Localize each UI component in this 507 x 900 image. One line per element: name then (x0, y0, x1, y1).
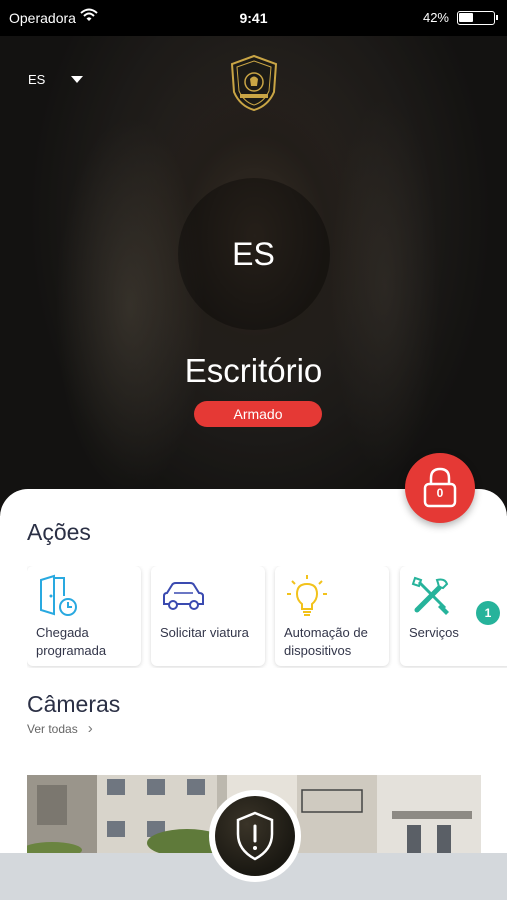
panic-button[interactable] (209, 790, 301, 882)
site-selector[interactable]: ES (28, 72, 84, 87)
action-card-scheduled-arrival[interactable]: Chegada programada (27, 566, 141, 666)
action-label: Solicitar viatura (160, 625, 249, 640)
view-all-cameras-link[interactable]: Ver todas › (27, 720, 93, 737)
view-all-label: Ver todas (27, 721, 78, 736)
car-icon (160, 574, 206, 619)
actions-title: Ações (27, 519, 91, 545)
battery-icon (457, 11, 498, 25)
door-clock-icon (36, 574, 80, 623)
services-badge: 1 (476, 601, 500, 625)
cameras-title: Câmeras (27, 691, 121, 717)
lock-button[interactable]: 0 (405, 453, 475, 523)
battery-level (459, 13, 473, 22)
action-label: Serviços (409, 625, 459, 640)
brand-logo (228, 54, 280, 112)
site-name: Escritório (184, 352, 323, 389)
lightbulb-icon (284, 574, 330, 623)
action-card-device-automation[interactable]: Automação de dispositivos (275, 566, 389, 666)
caret-down-icon (71, 76, 84, 83)
site-initials: ES (232, 236, 275, 272)
action-card-request-vehicle[interactable]: Solicitar viatura (151, 566, 265, 666)
actions-carousel[interactable]: Chegada programada Solicitar viatura Aut… (27, 566, 507, 668)
battery-percent: 42% (422, 10, 449, 25)
status-bar: Operadora 9:41 42% (0, 0, 507, 36)
shield-alert-icon (236, 811, 274, 861)
arm-status-badge: Armado (194, 401, 322, 427)
tools-icon (409, 574, 453, 623)
lock-count: 0 (436, 486, 444, 500)
site-selector-label: ES (28, 72, 46, 87)
action-label: Chegada programada (36, 625, 107, 658)
chevron-right-icon: › (87, 720, 93, 737)
action-label: Automação de dispositivos (284, 625, 368, 658)
